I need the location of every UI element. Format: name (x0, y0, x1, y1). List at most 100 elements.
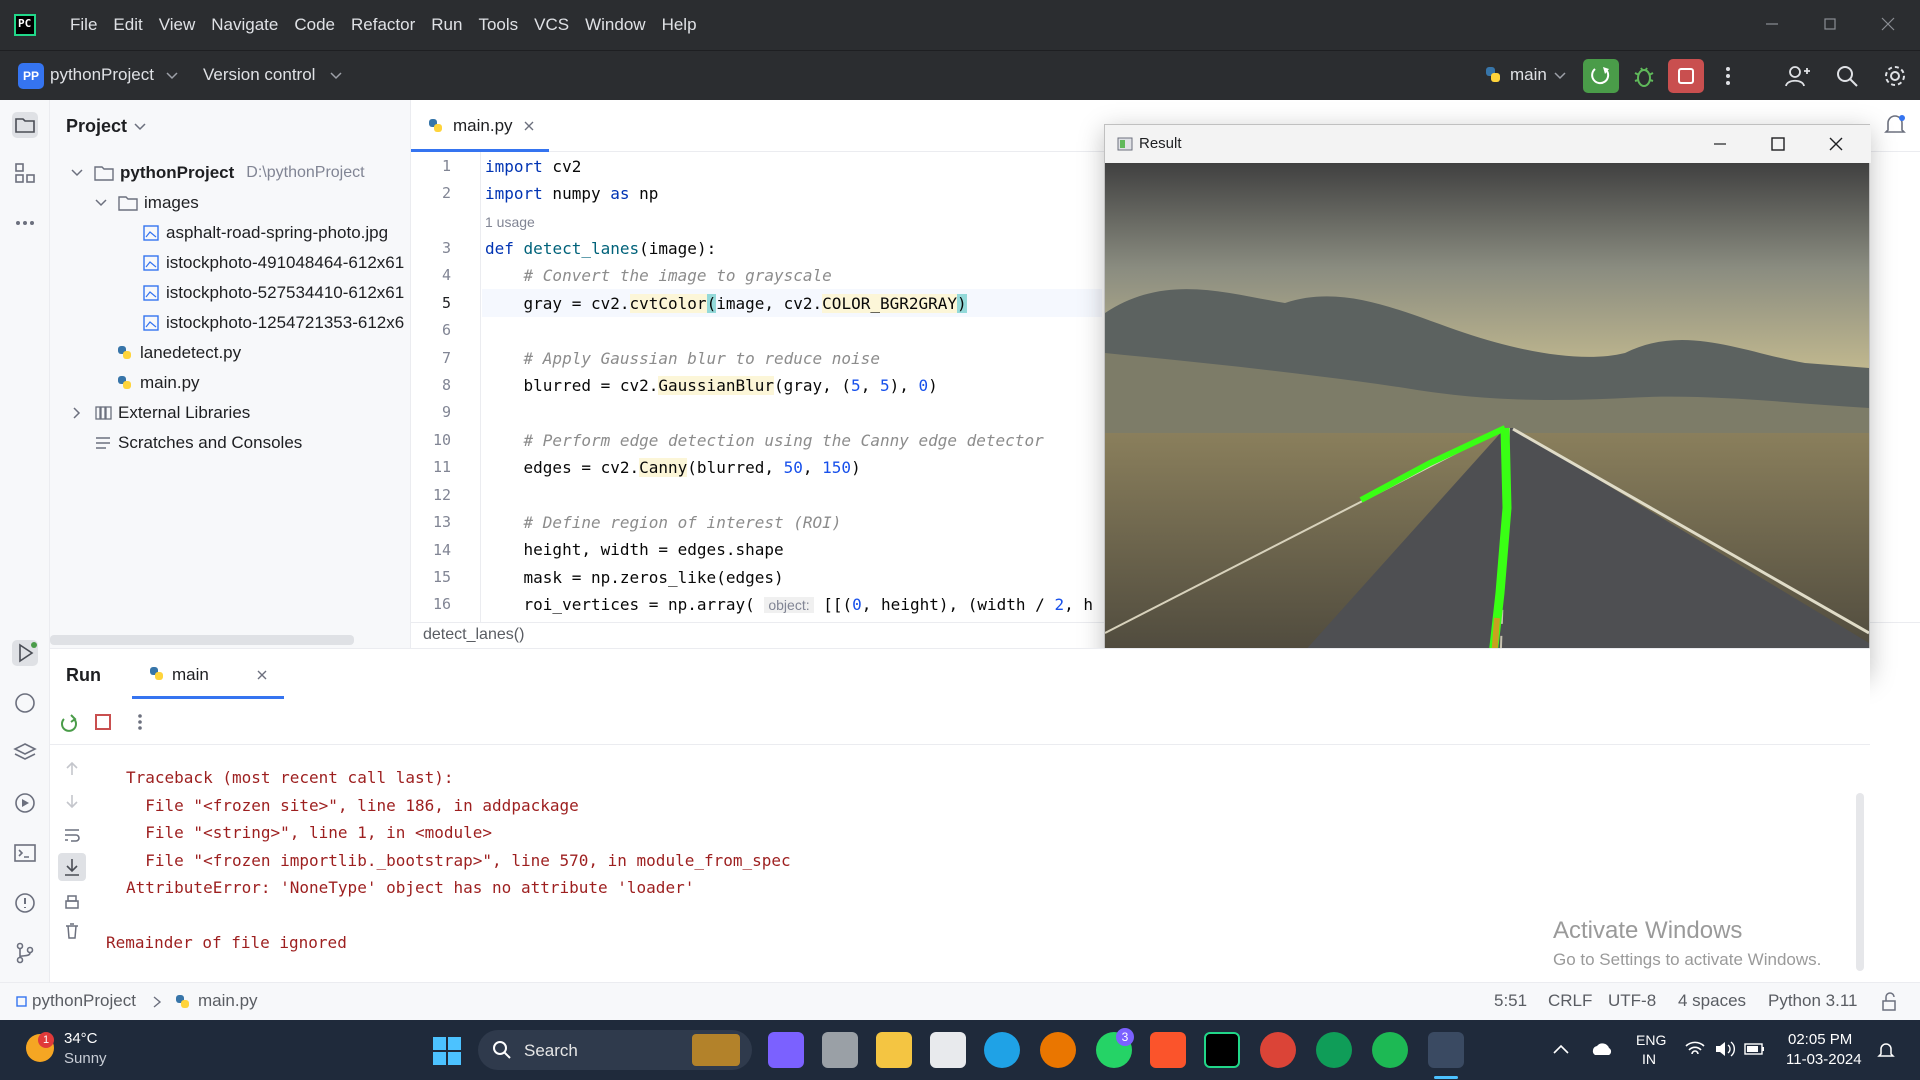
status-file[interactable]: main.py (198, 991, 258, 1011)
console-scrollbar[interactable] (1856, 793, 1864, 971)
tree-folder-images[interactable]: images (94, 189, 199, 217)
tree-file[interactable]: lanedetect.py (116, 339, 241, 367)
run-config-selector[interactable]: main (1510, 65, 1547, 85)
services-icon[interactable] (12, 790, 38, 816)
status-line-separator[interactable]: CRLF (1548, 991, 1592, 1011)
menu-run[interactable]: Run (423, 15, 470, 35)
weather-description[interactable]: Sunny (64, 1050, 107, 1067)
tree-file[interactable]: istockphoto-491048464-612x61 (142, 249, 404, 277)
code-line[interactable]: # Apply Gaussian blur to reduce noise (485, 349, 880, 368)
brave-browser-icon[interactable] (1150, 1032, 1186, 1068)
usage-hint[interactable]: 1 usage (485, 214, 535, 230)
chevron-down-icon[interactable] (166, 71, 178, 81)
more-vertical-icon[interactable] (132, 711, 148, 733)
menu-window[interactable]: Window (577, 15, 653, 35)
menu-refactor[interactable]: Refactor (343, 15, 423, 35)
code-line[interactable]: blurred = cv2.GaussianBlur(gray, (5, 5),… (485, 376, 938, 395)
clock-date[interactable]: 11-03-2024 (1786, 1051, 1862, 1068)
chevron-right-icon[interactable] (70, 406, 84, 420)
git-branch-icon[interactable] (12, 940, 38, 966)
clock-time[interactable]: 02:05 PM (1788, 1031, 1852, 1048)
more-horizontal-icon[interactable] (12, 210, 38, 236)
tree-file[interactable]: istockphoto-1254721353-612x6 (142, 309, 404, 337)
rerun-button[interactable] (1583, 59, 1619, 93)
menu-edit[interactable]: Edit (105, 15, 150, 35)
project-panel-title[interactable]: Project (66, 116, 127, 137)
debug-icon[interactable] (1631, 63, 1657, 89)
notifications-bell-icon[interactable] (1882, 112, 1908, 138)
status-position[interactable]: 5:51 (1494, 991, 1527, 1011)
more-vertical-icon[interactable] (1720, 63, 1736, 89)
volume-icon[interactable] (1714, 1040, 1736, 1058)
print-icon[interactable] (62, 893, 82, 913)
code-line[interactable]: edges = cv2.Canny(blurred, 50, 150) (485, 458, 861, 477)
project-name[interactable]: pythonProject (50, 65, 154, 85)
close-icon[interactable] (1827, 135, 1845, 153)
code-line[interactable]: mask = np.zeros_like(edges) (485, 568, 784, 587)
close-icon[interactable] (1878, 14, 1898, 34)
code-line[interactable]: height, width = edges.shape (485, 540, 784, 559)
menu-navigate[interactable]: Navigate (203, 15, 286, 35)
scroll-up-icon[interactable] (62, 759, 82, 779)
tree-file[interactable]: asphalt-road-spring-photo.jpg (142, 219, 388, 247)
wifi-icon[interactable] (1684, 1040, 1706, 1058)
scroll-down-icon[interactable] (62, 791, 82, 811)
chrome-profile-icon[interactable] (1316, 1032, 1352, 1068)
search-icon[interactable] (1834, 63, 1860, 89)
tree-root[interactable]: pythonProject D:\pythonProject (70, 159, 365, 187)
restore-icon[interactable] (1820, 14, 1840, 34)
problems-icon[interactable] (12, 890, 38, 916)
lock-open-icon[interactable] (1880, 992, 1898, 1012)
horizontal-scrollbar[interactable] (50, 635, 354, 645)
menu-tools[interactable]: Tools (470, 15, 526, 35)
python-app-icon[interactable] (1428, 1032, 1464, 1068)
copilot-app-icon[interactable] (768, 1032, 804, 1068)
battery-icon[interactable] (1744, 1042, 1766, 1056)
task-view-icon[interactable] (822, 1032, 858, 1068)
menu-file[interactable]: File (62, 15, 105, 35)
result-titlebar[interactable]: Result (1105, 125, 1871, 163)
layers-icon[interactable] (12, 740, 38, 766)
chrome-icon[interactable] (1260, 1032, 1296, 1068)
stop-icon[interactable] (92, 711, 114, 733)
chevron-down-icon[interactable] (330, 71, 342, 81)
spotify-icon[interactable] (1372, 1032, 1408, 1068)
region-indicator[interactable]: IN (1642, 1051, 1656, 1067)
run-tool-icon[interactable] (12, 640, 38, 666)
close-tab-icon[interactable] (523, 120, 535, 132)
status-indent[interactable]: 4 spaces (1678, 991, 1746, 1011)
tab-main-py[interactable]: main.py (411, 100, 549, 152)
project-badge[interactable]: PP (18, 63, 44, 89)
soft-wrap-icon[interactable] (62, 825, 82, 845)
version-control-menu[interactable]: Version control (203, 65, 315, 85)
edge-browser-icon[interactable] (984, 1032, 1020, 1068)
windows-start-icon[interactable] (432, 1036, 462, 1066)
tree-file[interactable]: istockphoto-527534410-612x61 (142, 279, 404, 307)
rerun-icon[interactable] (58, 711, 80, 733)
scroll-to-end-icon[interactable] (58, 853, 86, 881)
code-line[interactable]: def detect_lanes(image): (485, 239, 716, 258)
python-console-icon[interactable] (12, 690, 38, 716)
language-indicator[interactable]: ENG (1636, 1032, 1666, 1048)
run-tab-main[interactable]: main (132, 649, 284, 699)
tree-scratches[interactable]: Scratches and Consoles (94, 429, 302, 457)
chevron-down-icon[interactable] (94, 196, 108, 210)
chevron-down-icon[interactable] (1554, 71, 1566, 81)
code-line[interactable]: import numpy as np (485, 184, 658, 203)
chevron-down-icon[interactable] (134, 122, 146, 132)
add-user-icon[interactable] (1784, 63, 1810, 89)
status-project[interactable]: pythonProject (32, 991, 136, 1011)
close-tab-icon[interactable] (256, 669, 268, 681)
stop-button[interactable] (1668, 59, 1704, 93)
minimize-icon[interactable] (1762, 14, 1782, 34)
tree-file[interactable]: main.py (116, 369, 200, 397)
blender-icon[interactable] (1040, 1032, 1076, 1068)
menu-help[interactable]: Help (654, 15, 705, 35)
code-line[interactable]: # Convert the image to grayscale (485, 266, 832, 285)
menu-code[interactable]: Code (286, 15, 343, 35)
trash-icon[interactable] (62, 921, 82, 941)
project-folder-icon[interactable] (12, 112, 38, 138)
menu-view[interactable]: View (151, 15, 204, 35)
code-line[interactable]: # Perform edge detection using the Canny… (485, 431, 1044, 450)
chevron-down-icon[interactable] (70, 166, 84, 180)
